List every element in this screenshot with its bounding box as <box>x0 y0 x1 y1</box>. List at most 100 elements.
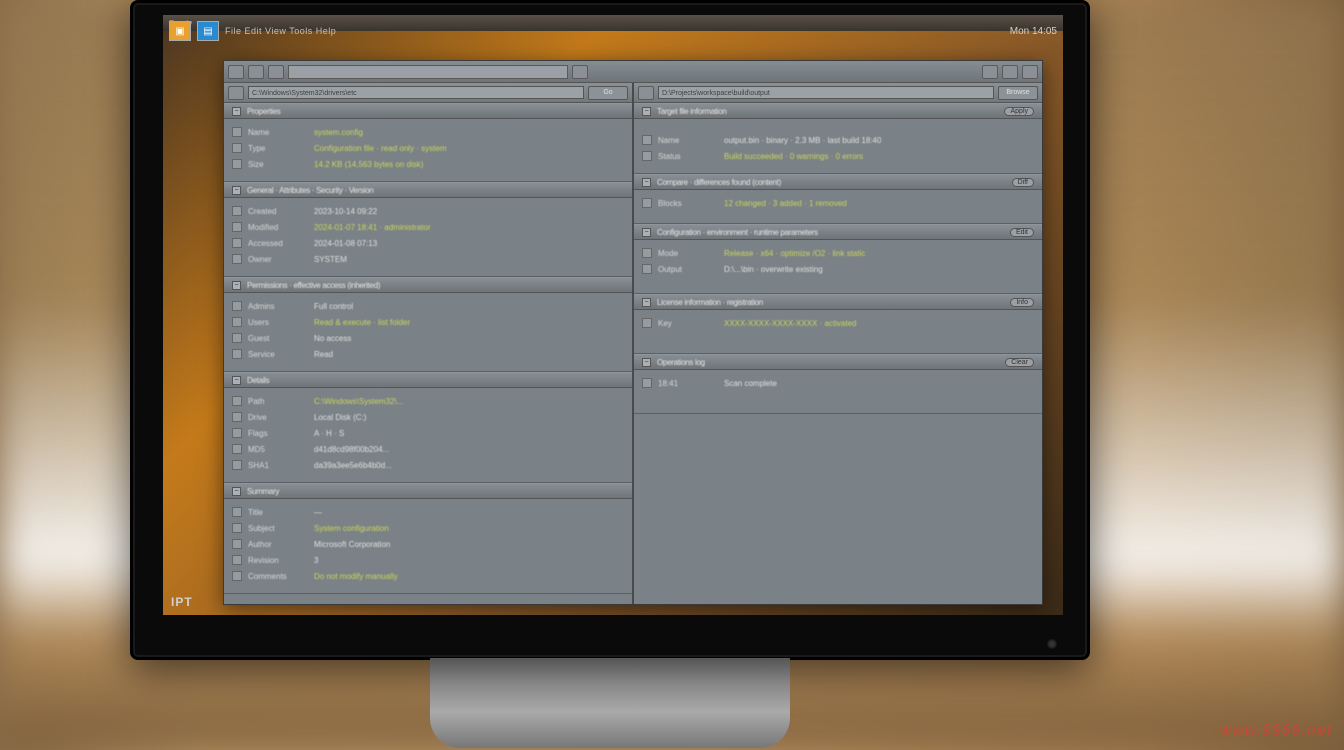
file-icon <box>232 333 242 343</box>
property-row: Drive Local Disk (C:) <box>232 410 624 424</box>
section-title: Configuration · environment · runtime pa… <box>657 228 1004 237</box>
section-header[interactable]: − General · Attributes · Security · Vers… <box>224 182 632 198</box>
refresh-button[interactable] <box>572 65 588 79</box>
row-label: Owner <box>248 255 308 264</box>
file-icon <box>232 571 242 581</box>
back-button[interactable] <box>228 65 244 79</box>
left-section-1: − General · Attributes · Security · Vers… <box>224 182 632 277</box>
section-badge-button[interactable]: Info <box>1010 298 1034 307</box>
section-header[interactable]: − Details <box>224 372 632 388</box>
expand-icon[interactable]: − <box>232 107 241 116</box>
property-row: Size14.2 KB (14,563 bytes on disk) <box>232 157 624 171</box>
row-label: Drive <box>248 413 308 422</box>
right-go-button[interactable]: Browse <box>998 86 1038 100</box>
left-nav-icon[interactable] <box>228 86 244 100</box>
section-header[interactable]: − Compare · differences found (content) … <box>634 174 1042 190</box>
expand-icon[interactable]: − <box>642 228 651 237</box>
expand-icon[interactable]: − <box>642 107 651 116</box>
file-icon <box>232 127 242 137</box>
explorer-icon[interactable]: ▤ <box>197 21 219 41</box>
close-button[interactable] <box>1022 65 1038 79</box>
property-row: OutputD:\...\bin · overwrite existing <box>642 262 1034 276</box>
row-value: 2023-10-14 09:22 <box>314 207 377 216</box>
forward-button[interactable] <box>248 65 264 79</box>
menu-bar[interactable]: File Edit View Tools Help <box>225 26 336 36</box>
section-badge-button[interactable]: Apply <box>1004 107 1034 116</box>
property-row: KeyXXXX-XXXX-XXXX-XXXX · activated <box>642 316 1034 330</box>
row-value: Read <box>314 350 333 359</box>
up-button[interactable] <box>268 65 284 79</box>
row-label: Path <box>248 397 308 406</box>
row-label: Modified <box>248 223 308 232</box>
row-value: Do not modify manually <box>314 572 398 581</box>
left-go-button[interactable]: Go <box>588 86 628 100</box>
expand-icon[interactable]: − <box>232 487 241 496</box>
section-title: General · Attributes · Security · Versio… <box>247 186 624 195</box>
section-badge-button[interactable]: Diff <box>1012 178 1034 187</box>
section-header[interactable]: − Configuration · environment · runtime … <box>634 224 1042 240</box>
section-badge-button[interactable]: Edit <box>1010 228 1034 237</box>
monitor-power-led <box>1047 639 1057 649</box>
section-title: Permissions · effective access (inherite… <box>247 281 624 290</box>
file-icon <box>232 301 242 311</box>
property-row: Nameoutput.bin · binary · 2.3 MB · last … <box>642 133 1034 147</box>
left-path-field[interactable]: C:\Windows\System32\drivers\etc <box>248 86 584 99</box>
expand-icon[interactable]: − <box>232 186 241 195</box>
file-icon <box>232 254 242 264</box>
minimize-button[interactable] <box>982 65 998 79</box>
section-header[interactable]: − Summary <box>224 483 632 499</box>
section-header[interactable]: − Properties <box>224 103 632 119</box>
property-row: Created2023-10-14 09:22 <box>232 204 624 218</box>
row-label: MD5 <box>248 445 308 454</box>
monitor-stand <box>430 658 790 748</box>
right-path-field[interactable]: D:\Projects\workspace\build\output <box>658 86 994 99</box>
file-icon <box>642 151 652 161</box>
expand-icon[interactable]: − <box>642 298 651 307</box>
row-label: Type <box>248 144 308 153</box>
right-pane: D:\Projects\workspace\build\output Brows… <box>634 83 1042 604</box>
section-header[interactable]: − Operations log Clear <box>634 354 1042 370</box>
corner-label: IPT <box>171 595 193 609</box>
row-value: No access <box>314 334 351 343</box>
expand-icon[interactable]: − <box>232 376 241 385</box>
right-section-0: − Target file information Apply Nameoutp… <box>634 103 1042 174</box>
row-label: 18:41 <box>658 379 718 388</box>
row-label: Service <box>248 350 308 359</box>
row-value: Read & execute · list folder <box>314 318 410 327</box>
row-label: Comments <box>248 572 308 581</box>
row-label: Status <box>658 152 718 161</box>
left-section-4: − Summary Title— SubjectSystem configura… <box>224 483 632 594</box>
file-icon <box>232 206 242 216</box>
right-path-bar: D:\Projects\workspace\build\output Brows… <box>634 83 1042 103</box>
file-icon <box>232 539 242 549</box>
property-row: OwnerSYSTEM <box>232 252 624 266</box>
row-value: output.bin · binary · 2.3 MB · last buil… <box>724 136 881 145</box>
left-section-0: − Properties Namesystem.config TypeConfi… <box>224 103 632 182</box>
section-header[interactable]: − Target file information Apply <box>634 103 1042 119</box>
maximize-button[interactable] <box>1002 65 1018 79</box>
section-header[interactable]: − License information · registration Inf… <box>634 294 1042 310</box>
start-icon[interactable]: ▣ <box>169 21 191 41</box>
toolbar <box>224 61 1042 83</box>
file-icon <box>232 317 242 327</box>
row-label: Author <box>248 540 308 549</box>
file-icon <box>232 396 242 406</box>
right-section-2: − Configuration · environment · runtime … <box>634 224 1042 294</box>
property-row: 18:41 Scan complete <box>642 376 1034 390</box>
row-value: Full control <box>314 302 353 311</box>
expand-icon[interactable]: − <box>642 358 651 367</box>
expand-icon[interactable]: − <box>642 178 651 187</box>
row-value: Microsoft Corporation <box>314 540 390 549</box>
address-bar[interactable] <box>288 65 568 79</box>
expand-icon[interactable]: − <box>232 281 241 290</box>
system-tray-clock: Mon 14:05 <box>1010 26 1057 37</box>
section-badge-button[interactable]: Clear <box>1005 358 1034 367</box>
row-value: Scan complete <box>724 379 777 388</box>
file-icon <box>642 248 652 258</box>
row-value: Local Disk (C:) <box>314 413 366 422</box>
property-row: Modified2024-01-07 18:41 · administrator <box>232 220 624 234</box>
section-header[interactable]: − Permissions · effective access (inheri… <box>224 277 632 293</box>
section-title: License information · registration <box>657 298 1004 307</box>
right-nav-icon[interactable] <box>638 86 654 100</box>
row-label: Output <box>658 265 718 274</box>
